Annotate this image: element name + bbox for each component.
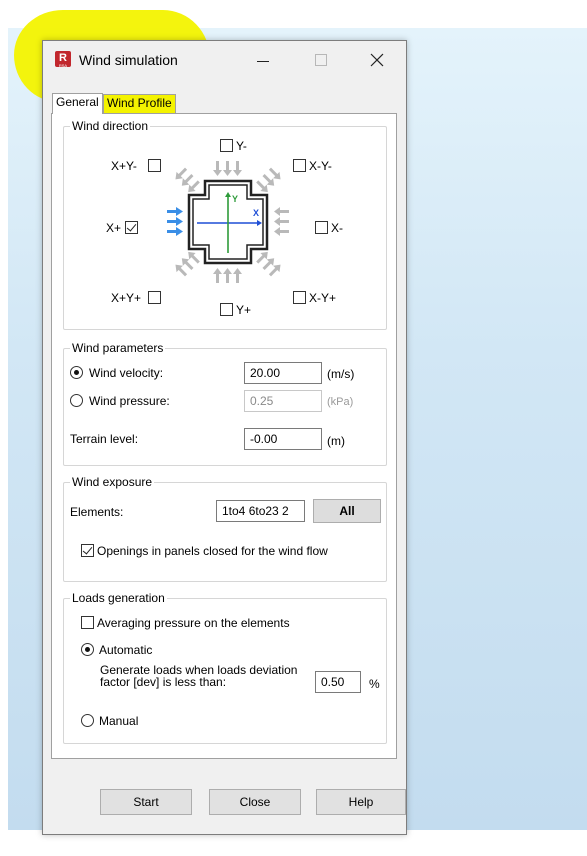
arrows-bottom bbox=[213, 268, 242, 283]
label-y-plus: Y+ bbox=[236, 303, 252, 317]
close-icon bbox=[370, 53, 384, 67]
wind-velocity-field[interactable]: 20.00 bbox=[244, 362, 322, 384]
label-wind-velocity: Wind velocity: bbox=[89, 366, 164, 380]
checkbox-averaging-pressure[interactable] bbox=[81, 616, 94, 629]
wind-direction-diagram: X Y bbox=[167, 161, 289, 283]
elements-field[interactable]: 1to4 6to23 2 bbox=[216, 500, 305, 522]
wind-exposure-label: Wind exposure bbox=[70, 475, 155, 489]
tab-general[interactable]: General bbox=[52, 93, 103, 114]
label-wind-pressure: Wind pressure: bbox=[89, 394, 170, 408]
label-x-plus-y-plus: X+Y+ bbox=[111, 291, 142, 305]
wind-parameters-label: Wind parameters bbox=[70, 341, 166, 355]
minimize-button[interactable] bbox=[249, 49, 277, 71]
arrows-bottom-left bbox=[175, 251, 200, 277]
label-x-minus-y-plus: X-Y+ bbox=[309, 291, 337, 305]
maximize-icon bbox=[315, 54, 327, 66]
label-elements: Elements: bbox=[70, 505, 124, 519]
loads-generation-group: Loads generation Averaging pressure on t… bbox=[63, 591, 387, 744]
wind-direction-group: Wind direction Y- X+Y- X-Y- X+ X- X+Y+ X… bbox=[63, 119, 387, 330]
axis-y-label: Y bbox=[232, 194, 238, 204]
title-bar[interactable]: R RSA Wind simulation bbox=[43, 41, 406, 81]
label-manual: Manual bbox=[99, 714, 139, 728]
minimize-icon bbox=[257, 61, 269, 62]
terrain-level-field[interactable]: -0.00 bbox=[244, 428, 322, 450]
wind-pressure-unit: (kPa) bbox=[327, 396, 354, 408]
radio-wind-velocity[interactable] bbox=[70, 366, 83, 379]
radio-manual[interactable] bbox=[81, 714, 94, 727]
label-x-minus: X- bbox=[331, 221, 343, 235]
radio-automatic[interactable] bbox=[81, 643, 94, 656]
checkbox-x-plus-y-plus[interactable] bbox=[148, 291, 161, 304]
radio-wind-pressure[interactable] bbox=[70, 394, 83, 407]
arrows-top bbox=[213, 161, 242, 176]
terrain-level-unit: (m) bbox=[327, 434, 345, 448]
maximize-button[interactable] bbox=[307, 49, 335, 71]
label-averaging-pressure: Averaging pressure on the elements bbox=[97, 616, 290, 630]
wind-direction-label: Wind direction bbox=[70, 119, 151, 133]
general-tab-panel: Wind direction Y- X+Y- X-Y- X+ X- X+Y+ X… bbox=[51, 113, 397, 759]
checkbox-x-minus[interactable] bbox=[315, 221, 328, 234]
label-x-plus-y-minus: X+Y- bbox=[111, 159, 137, 173]
wind-exposure-group: Wind exposure Elements: 1to4 6to23 2 All… bbox=[63, 475, 387, 582]
start-button[interactable]: Start bbox=[100, 789, 192, 815]
arrows-right bbox=[274, 207, 289, 236]
label-automatic: Automatic bbox=[99, 643, 153, 657]
wind-velocity-unit: (m/s) bbox=[327, 367, 355, 381]
deviation-factor-unit: % bbox=[369, 677, 380, 691]
checkbox-y-plus[interactable] bbox=[220, 303, 233, 316]
label-y-minus: Y- bbox=[236, 139, 247, 153]
checkbox-x-plus[interactable] bbox=[125, 221, 138, 234]
close-button[interactable]: Close bbox=[209, 789, 301, 815]
axis-x-label: X bbox=[253, 208, 259, 218]
tab-wind-profile[interactable]: Wind Profile bbox=[103, 94, 176, 113]
label-terrain-level: Terrain level: bbox=[70, 432, 139, 446]
arrows-top-right bbox=[256, 167, 281, 193]
label-x-plus: X+ bbox=[106, 221, 122, 235]
wind-simulation-dialog: R RSA Wind simulation General Wind Profil… bbox=[42, 40, 407, 835]
label-openings-closed: Openings in panels closed for the wind f… bbox=[97, 544, 328, 558]
wind-pressure-field: 0.25 bbox=[244, 390, 322, 412]
close-window-button[interactable] bbox=[363, 49, 391, 71]
checkbox-openings-closed[interactable] bbox=[81, 544, 94, 557]
wind-parameters-group: Wind parameters Wind velocity: 20.00 (m/… bbox=[63, 341, 387, 466]
label-generate-loads-line2: factor [dev] is less than: bbox=[100, 675, 227, 689]
checkbox-y-minus[interactable] bbox=[220, 139, 233, 152]
arrows-top-left bbox=[175, 167, 200, 193]
deviation-factor-field[interactable]: 0.50 bbox=[315, 671, 361, 693]
loads-generation-label: Loads generation bbox=[70, 591, 167, 605]
window-title: Wind simulation bbox=[79, 52, 178, 68]
arrows-left-active bbox=[167, 207, 183, 236]
checkbox-x-plus-y-minus[interactable] bbox=[148, 159, 161, 172]
checkbox-x-minus-y-minus[interactable] bbox=[293, 159, 306, 172]
checkbox-x-minus-y-plus[interactable] bbox=[293, 291, 306, 304]
label-x-minus-y-minus: X-Y- bbox=[309, 159, 332, 173]
all-elements-button[interactable]: All bbox=[313, 499, 381, 523]
arrows-bottom-right bbox=[256, 251, 281, 277]
help-button[interactable]: Help bbox=[316, 789, 406, 815]
app-logo-icon: R RSA bbox=[55, 51, 71, 68]
